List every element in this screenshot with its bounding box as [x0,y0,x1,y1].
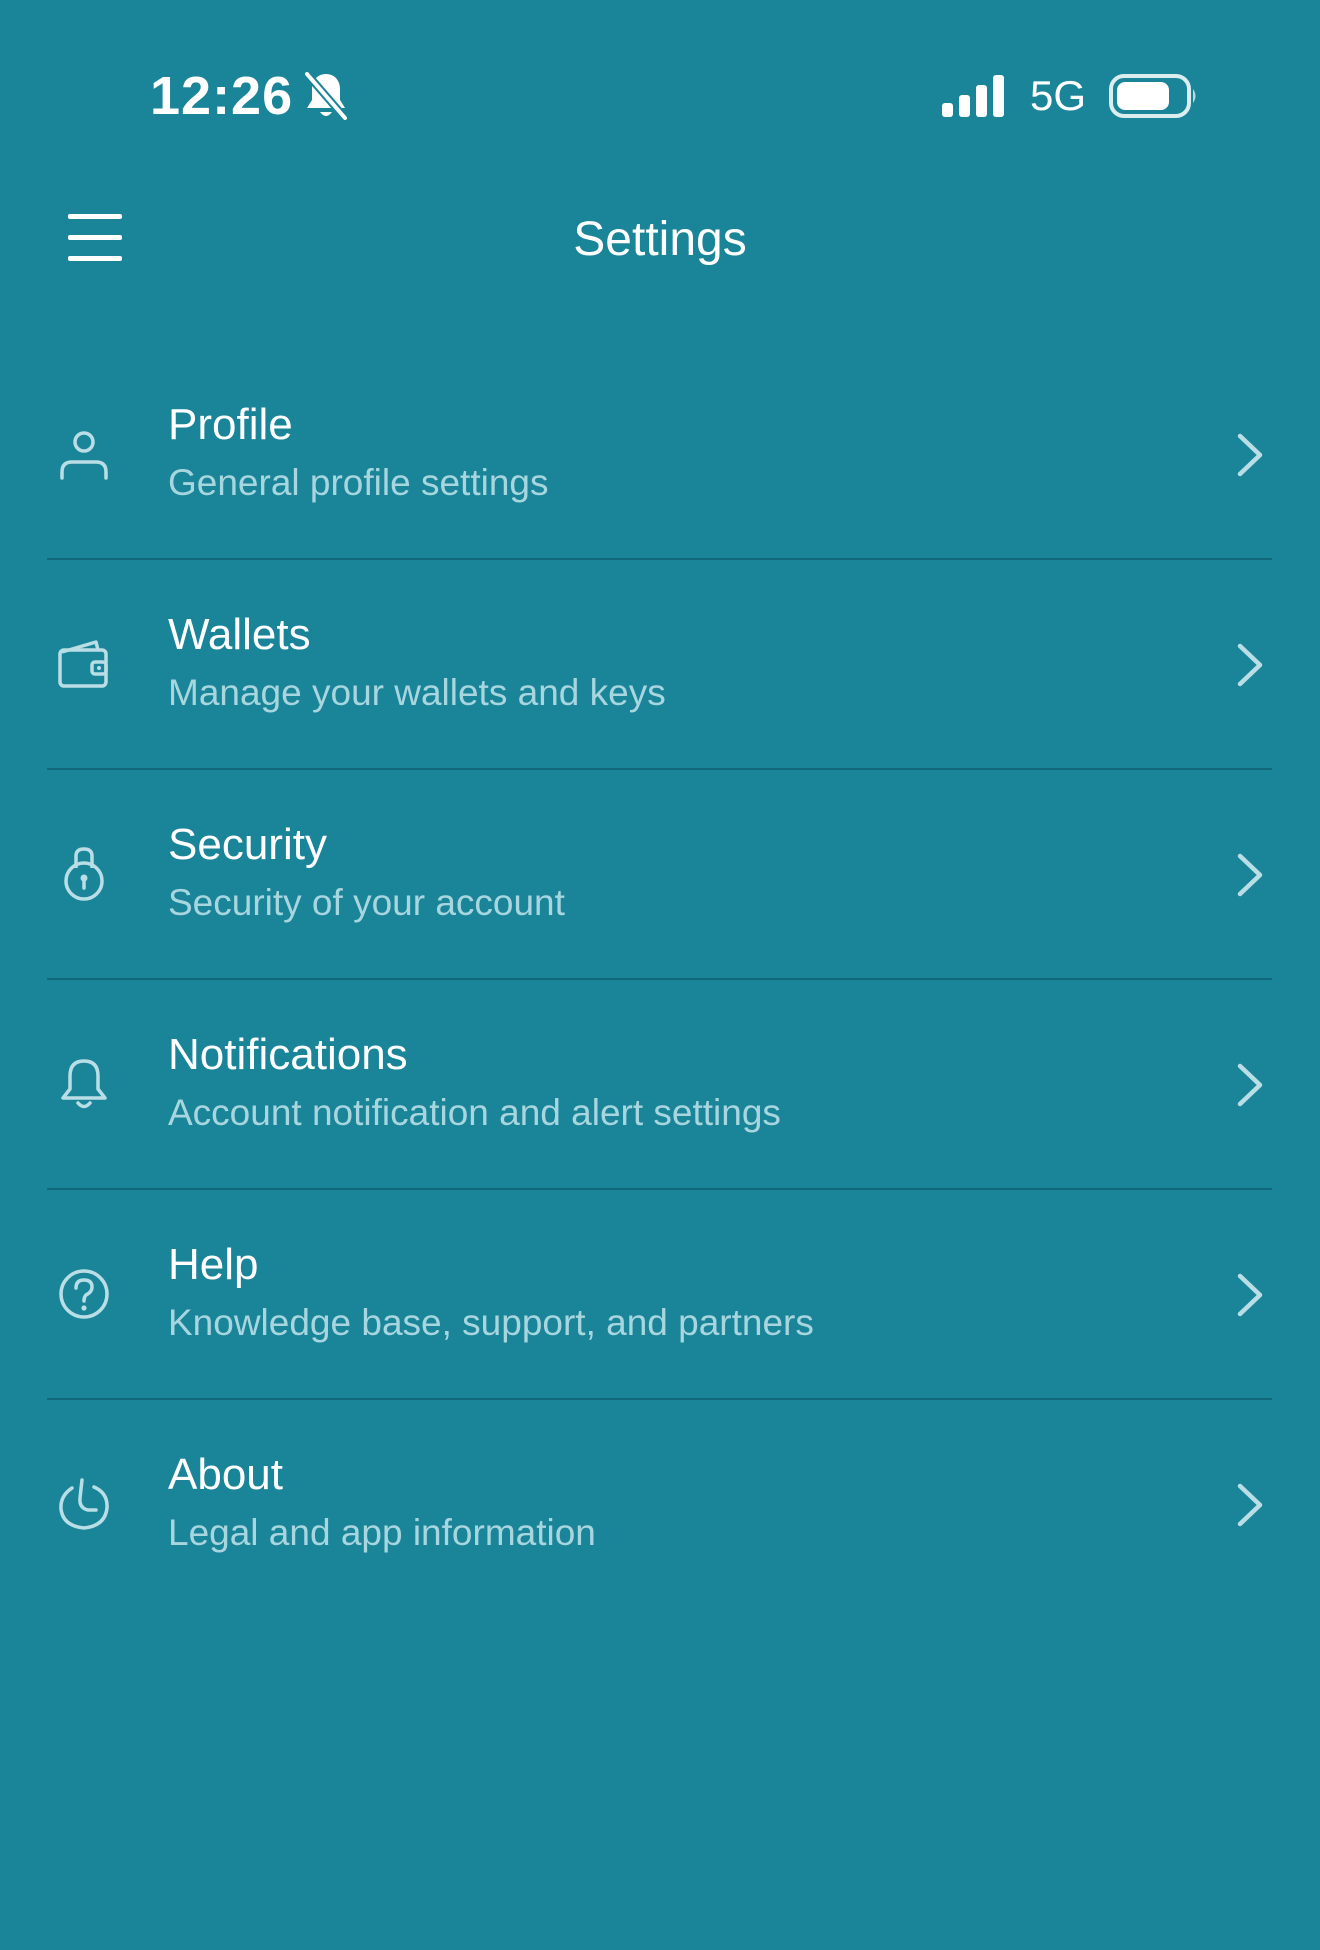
settings-item-subtitle: General profile settings [168,462,549,503]
settings-item-subtitle: Manage your wallets and keys [168,672,666,713]
settings-item-title: Wallets [168,610,311,659]
bell-icon [61,1059,107,1109]
settings-item-title: Help [168,1240,259,1289]
settings-item-title: Profile [168,400,293,449]
chevron-right-icon [1237,853,1263,897]
chevron-right-icon [1237,643,1263,687]
chevron-right-icon [1237,433,1263,477]
chevron-right-icon [1237,1063,1263,1107]
app-header: Settings [0,190,1320,290]
settings-item-title: Security [168,820,327,869]
status-bar: 12:26 5G [0,0,1320,190]
settings-item-title: About [168,1450,283,1499]
settings-item-profile[interactable]: Profile General profile settings [0,350,1320,560]
status-time-group: 12:26 [150,64,349,128]
settings-list: Profile General profile settings Wallets… [0,350,1320,1610]
user-icon [60,431,108,480]
settings-item-wallets[interactable]: Wallets Manage your wallets and keys [0,560,1320,770]
settings-item-title: Notifications [168,1030,408,1079]
battery-icon [1109,74,1196,118]
wallet-icon [58,640,108,688]
settings-item-subtitle: Security of your account [168,882,565,923]
settings-item-subtitle: Legal and app information [168,1512,596,1553]
network-type: 5G [1029,72,1086,119]
settings-item-notifications[interactable]: Notifications Account notification and a… [0,980,1320,1190]
chevron-right-icon [1237,1273,1263,1317]
status-indicators: 5G [940,72,1200,120]
bell-slash-icon [304,71,349,121]
question-circle-icon [59,1269,109,1319]
page-title: Settings [573,213,747,266]
app-logo-icon [59,1478,109,1530]
lock-icon [64,847,104,901]
settings-item-subtitle: Knowledge base, support, and partners [168,1302,814,1343]
settings-item-security[interactable]: Security Security of your account [0,770,1320,980]
settings-item-about[interactable]: About Legal and app information [0,1400,1320,1610]
status-time: 12:26 [150,66,294,126]
settings-item-help[interactable]: Help Knowledge base, support, and partne… [0,1190,1320,1400]
settings-item-subtitle: Account notification and alert settings [168,1092,781,1133]
chevron-right-icon [1237,1483,1263,1527]
cellular-signal-icon [941,75,1004,117]
